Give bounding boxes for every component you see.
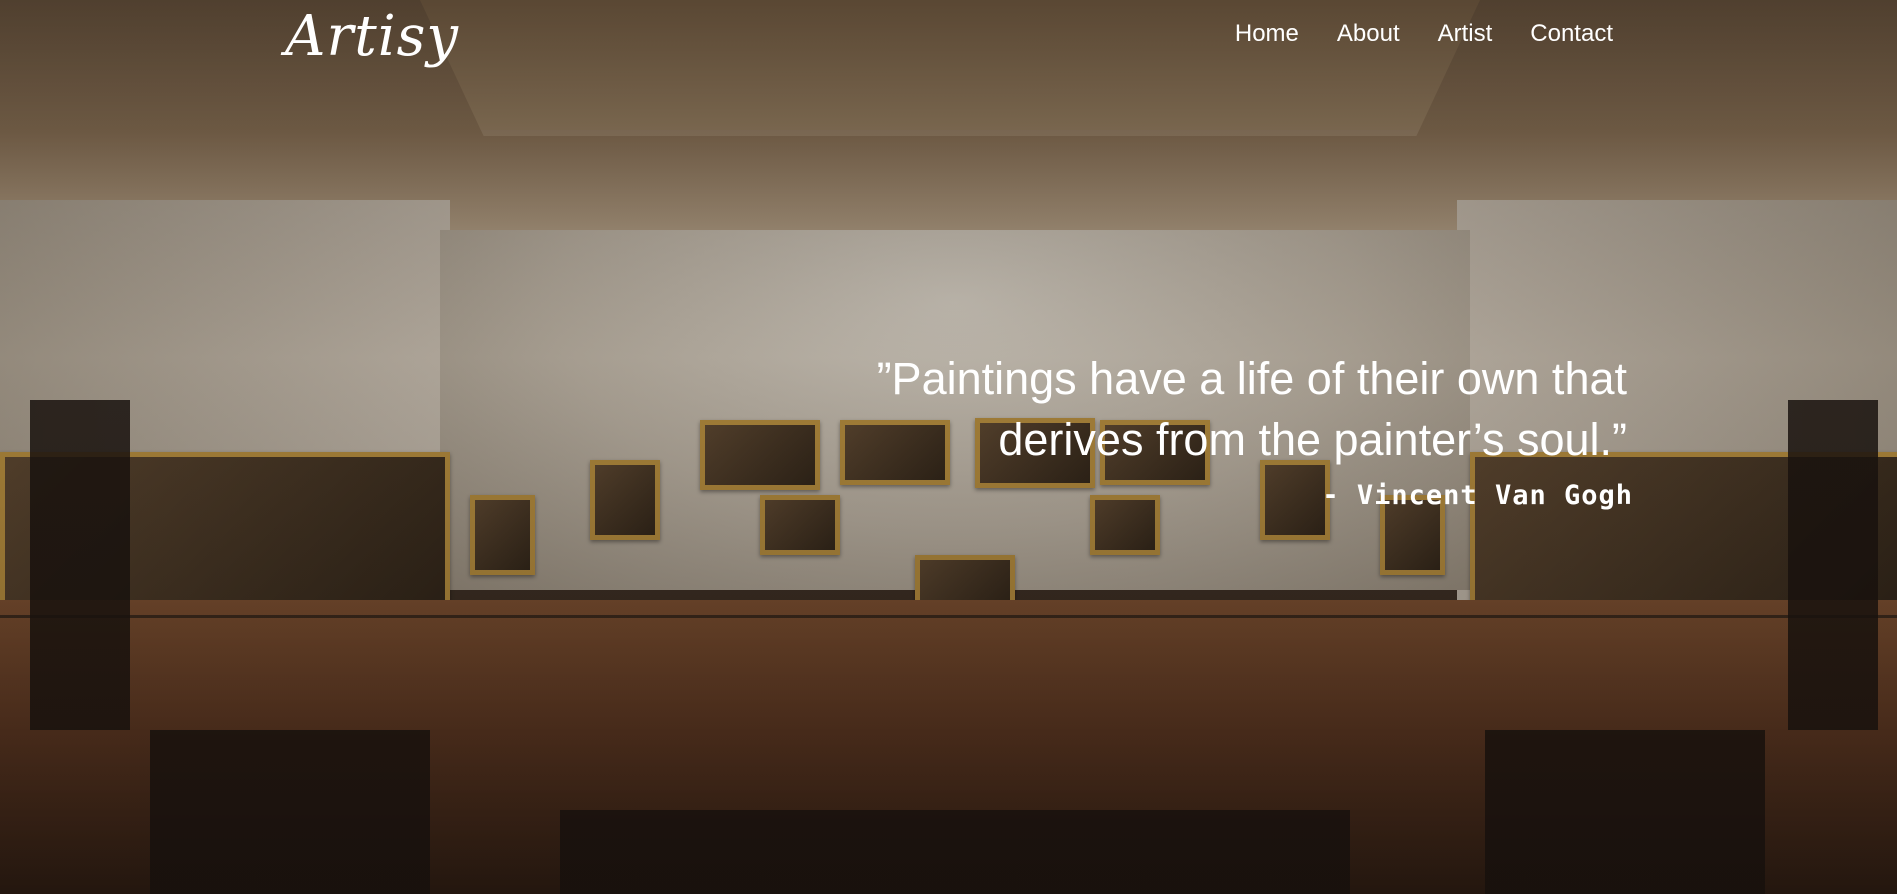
nav-contact-link[interactable]: Contact (1530, 20, 1613, 48)
nav-about-link[interactable]: About (1337, 20, 1400, 48)
site-logo[interactable]: Artisy (285, 2, 459, 72)
main-nav: Home About Artist Contact (1235, 20, 1613, 48)
quote-author: - Vincent Van Gogh (1322, 480, 1633, 511)
nav-artist-link[interactable]: Artist (1438, 20, 1493, 48)
hero-quote: ”Paintings have a life of their own that… (793, 348, 1633, 511)
quote-line-1: ”Paintings have a life of their own that (876, 353, 1627, 404)
site-header: Artisy Home About Artist Contact (0, 0, 1897, 80)
quote-line-2: derives from the painter’s soul.” (998, 414, 1627, 465)
hero-section: Artisy Home About Artist Contact ”Painti… (0, 0, 1897, 894)
nav-home-link[interactable]: Home (1235, 20, 1299, 48)
